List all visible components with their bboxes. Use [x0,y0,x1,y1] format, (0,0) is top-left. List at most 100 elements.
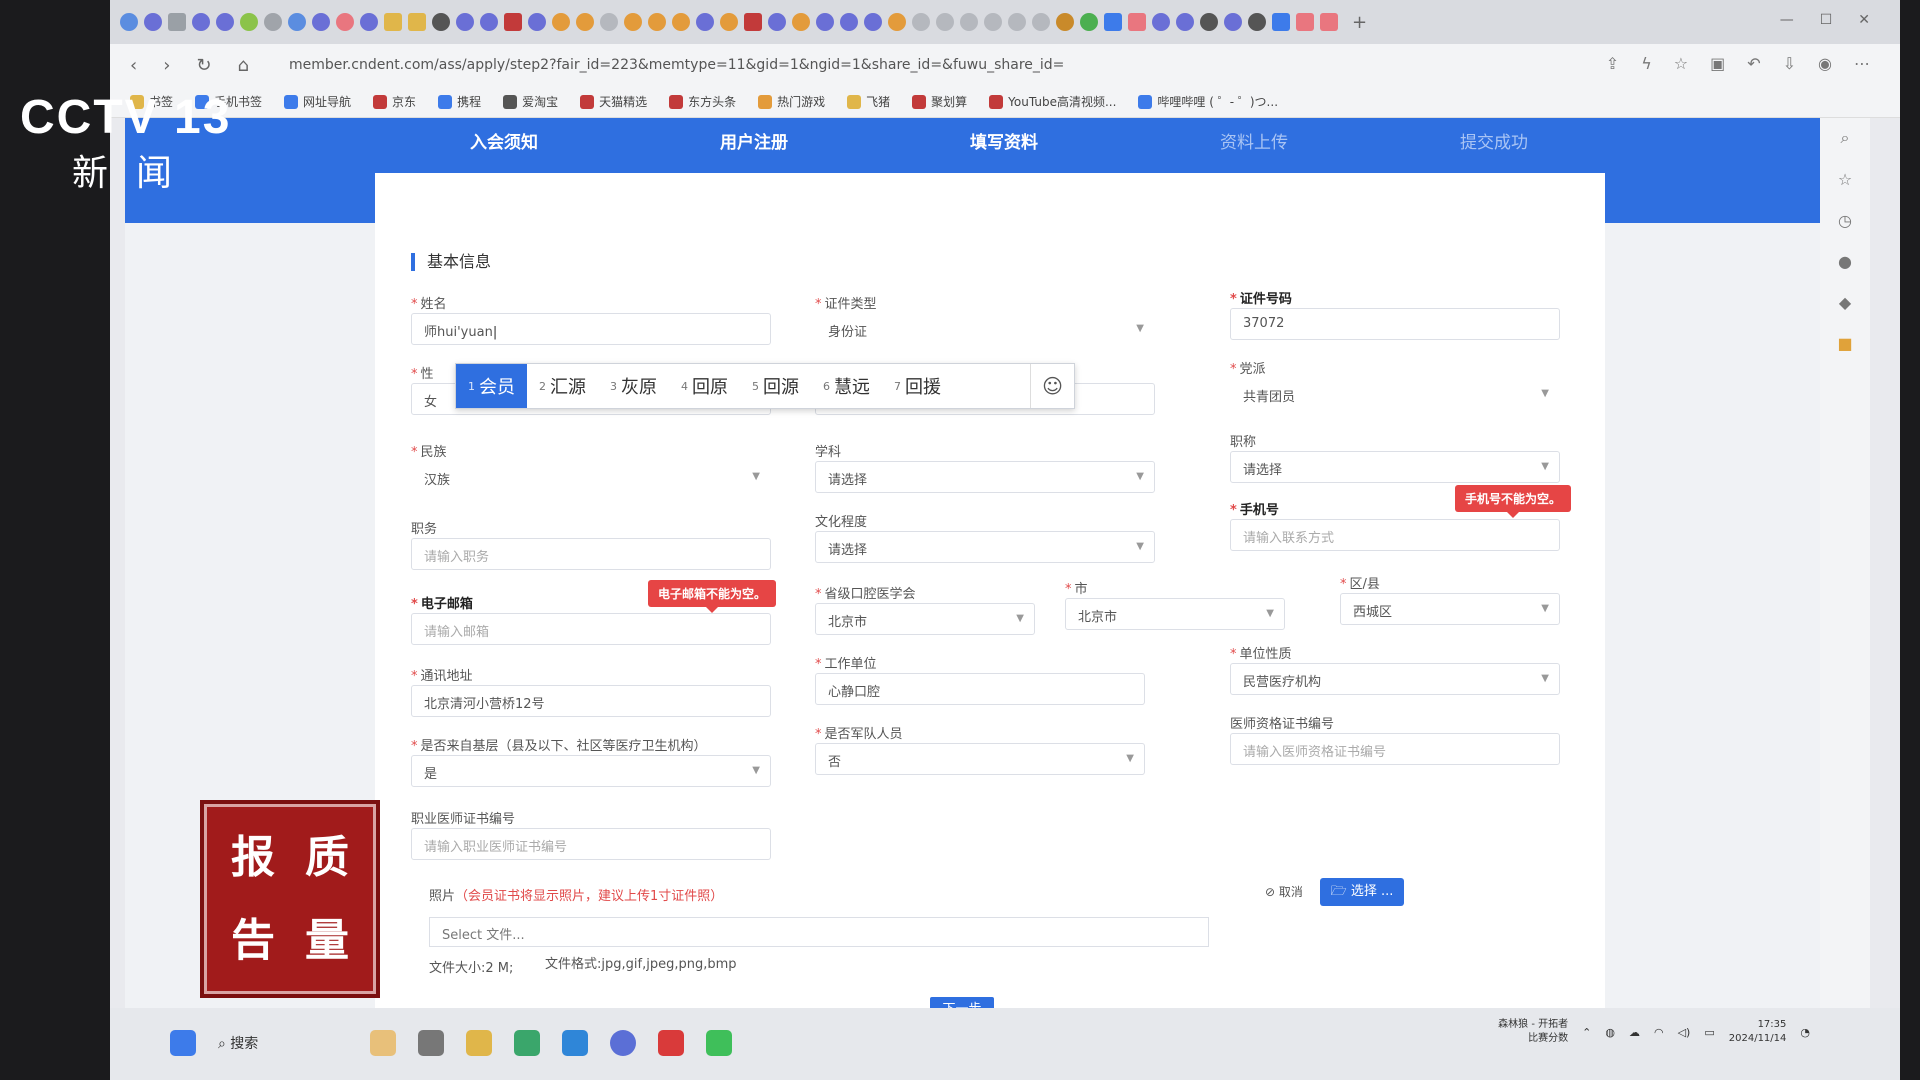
close-window-icon[interactable]: ✕ [1858,12,1870,28]
tab-favicon[interactable] [1080,13,1098,31]
tab-favicon[interactable] [936,13,954,31]
tab-favicon[interactable] [648,13,666,31]
history-icon[interactable]: ◷ [1838,211,1852,230]
bookmark-item[interactable]: 热门游戏 [758,93,825,110]
ime-candidate[interactable]: 6 慧远 [811,364,882,408]
tab-favicon[interactable] [1272,13,1290,31]
share-icon[interactable]: ⇪ [1606,54,1619,73]
cancel-upload-button[interactable]: ⊘ 取消 [1265,883,1303,900]
unit-nature-select[interactable]: 民营医疗机构 ▼ [1230,663,1560,695]
wps-icon[interactable] [658,1030,685,1056]
step-notice[interactable]: 入会须知 [470,128,538,153]
tab-favicon[interactable] [408,13,426,31]
search-icon[interactable]: ⌕ [1841,128,1850,148]
tab-favicon[interactable] [912,13,930,31]
download-icon[interactable]: ⇩ [1783,54,1796,73]
browser-icon[interactable] [610,1030,637,1056]
step-fill-info[interactable]: 填写资料 [970,128,1038,153]
ime-candidate[interactable]: 5 回源 [740,364,811,408]
app-tray-icon[interactable]: ◍ [1605,1026,1615,1039]
tab-favicon[interactable] [792,13,810,31]
tab-favicon[interactable] [1248,13,1266,31]
reload-icon[interactable]: ↻ [196,55,211,76]
url-field[interactable]: member.cndent.com/ass/apply/step2?fair_i… [289,57,1064,73]
tab-favicon[interactable] [1296,13,1314,31]
district-select[interactable]: 西城区 ▼ [1340,593,1560,625]
tab-favicon[interactable] [624,13,642,31]
file-input[interactable]: Select 文件... [429,917,1209,947]
bag-icon[interactable]: ■ [1837,334,1852,353]
ethnicity-select[interactable]: 汉族 ▼ [411,461,771,493]
city-select[interactable]: 北京市 ▼ [1065,598,1285,630]
bookmark-item[interactable]: 天猫精选 [580,93,647,110]
game-icon[interactable]: ◆ [1839,293,1851,312]
tab-favicon[interactable] [960,13,978,31]
ime-candidate[interactable]: 4 回原 [669,364,740,408]
tab-favicon[interactable] [816,13,834,31]
notification-preview[interactable]: 森林狼 - 开拓者 比赛分数 [1498,1018,1568,1046]
tab-favicon[interactable] [1032,13,1050,31]
ime-candidate[interactable]: 7 回援 [882,364,953,408]
position-input[interactable]: 请输入职务 [411,538,771,570]
lightning-icon[interactable]: ϟ [1641,54,1652,73]
wifi-icon[interactable]: ◠ [1654,1026,1664,1039]
search-icon[interactable]: ⌕ 搜索 [218,1033,258,1053]
back-icon[interactable]: ‹ [130,55,137,76]
undo-icon[interactable]: ↶ [1747,54,1760,73]
tab-favicon[interactable] [456,13,474,31]
edge-icon[interactable] [562,1030,589,1056]
tab-favicon[interactable] [576,13,594,31]
tab-favicon[interactable] [264,13,282,31]
bookmark-item[interactable]: 东方头条 [669,93,736,110]
bookmark-item[interactable]: 携程 [438,93,481,110]
bookmark-item[interactable]: 京东 [373,93,416,110]
tab-favicon[interactable] [120,13,138,31]
tab-favicon[interactable] [528,13,546,31]
tab-favicon[interactable] [720,13,738,31]
forward-icon[interactable]: › [163,55,170,76]
tab-favicon[interactable] [1320,13,1338,31]
work-unit-input[interactable]: 心静口腔 [815,673,1145,705]
star-icon[interactable]: ☆ [1838,170,1852,189]
bookmark-item[interactable]: YouTube高清视频... [989,93,1116,110]
tab-favicon[interactable] [192,13,210,31]
tab-favicon[interactable] [768,13,786,31]
tab-favicon[interactable] [1056,13,1074,31]
widget-icon[interactable] [370,1030,397,1056]
bookmark-item[interactable]: 爱淘宝 [503,93,558,110]
tab-favicon[interactable] [312,13,330,31]
wechat-icon[interactable] [706,1030,733,1056]
chat-icon[interactable]: ● [1838,252,1852,271]
tab-favicon[interactable] [840,13,858,31]
tab-favicon[interactable] [1224,13,1242,31]
tab-favicon[interactable] [1104,13,1122,31]
tab-favicon[interactable] [432,13,450,31]
step-register[interactable]: 用户注册 [720,128,788,153]
more-icon[interactable]: ⋯ [1854,54,1870,73]
tab-favicon[interactable] [336,13,354,31]
tab-favicon[interactable] [1008,13,1026,31]
military-select[interactable]: 否 ▼ [815,743,1145,775]
phone-input[interactable]: 请输入联系方式 [1230,519,1560,551]
tab-favicon[interactable] [696,13,714,31]
ime-candidate[interactable]: 2 汇源 [527,364,598,408]
emoji-icon[interactable]: ☺ [1030,364,1074,408]
tab-favicon[interactable] [888,13,906,31]
new-tab-icon[interactable]: + [1352,12,1367,33]
store-icon[interactable] [514,1030,541,1056]
minimize-icon[interactable]: — [1780,12,1794,28]
step-done[interactable]: 提交成功 [1460,128,1528,153]
name-input[interactable]: 师hui'yuan| [411,313,771,345]
tab-favicon[interactable] [384,13,402,31]
ime-candidate[interactable]: 1 会员 [456,364,527,408]
tab-favicon[interactable] [360,13,378,31]
avatar-icon[interactable]: ◉ [1818,54,1832,73]
tab-favicon[interactable] [1128,13,1146,31]
bell-icon[interactable]: ◔ [1800,1026,1810,1039]
volume-icon[interactable]: ◁) [1678,1026,1691,1039]
maximize-icon[interactable]: ☐ [1820,12,1833,28]
taskview-icon[interactable] [418,1030,445,1056]
tab-favicon[interactable] [1200,13,1218,31]
practice-cert-input[interactable]: 请输入职业医师证书编号 [411,828,771,860]
party-select[interactable]: 共青团员 ▼ [1230,378,1560,410]
